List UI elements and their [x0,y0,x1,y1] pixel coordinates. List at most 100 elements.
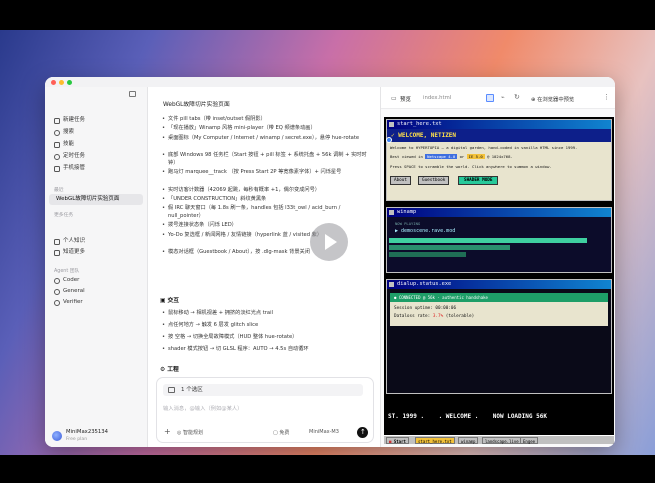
guestbook-button[interactable]: Guestbook [418,176,450,185]
open-browser-button[interactable]: ⊕ 在浏览器中预览 [531,95,574,103]
agent-label: General [63,288,85,294]
model-selector[interactable]: MiniMax-M3 [309,429,339,435]
preview-toolbar: ▭ 预览 index.html ⌁ ↻ ⊕ 在浏览器中预览 ⋮ [381,87,615,109]
video-play-button[interactable] [310,223,348,261]
about-button[interactable]: About [390,176,411,185]
agent-verifier[interactable]: Verifier [54,298,83,307]
connection-status: ● CONNECTED @ 56k · authentic handshake [390,293,608,302]
doc-bullet: 点任何地方 → 触发 6 层发 glitch slice [162,321,373,329]
message-composer[interactable]: 1 个选区 输入消息，@输入（例如@某人） + ◎ 智能规划 ▢ 免费 Mini… [156,377,374,443]
sidebar-item-label: 知道更多 [63,249,86,255]
folder-icon [54,249,60,256]
winamp-window: winamp NOW PLAYING ▶ demoscene.rave.mod [386,207,612,273]
window-title: winamp [387,208,611,217]
uptime-line: Session uptime: 00:00:06 [394,306,457,311]
doc-bullet: 文件 pill tabs（带 inset/outset 假阴影） [162,115,373,123]
sidebar-item-label: 手机接管 [63,165,86,171]
sidebar-item-label: 搜索 [63,129,75,135]
eq-bar [389,238,587,243]
track-name: ▶ demoscene.rave.mod [395,228,456,234]
sidebar-item-label: 定时任务 [63,153,86,159]
sidebar-task-active[interactable]: WebGL故障切片实验页面 [56,195,119,204]
message-input[interactable]: 输入消息，@输入（例如@某人） [163,404,242,412]
sidebar-item-skills[interactable]: 技能 [54,140,74,149]
doc-bullet: 底部 Windows 98 任务栏（Start 按钮 + pill 标签 + 系… [162,151,373,167]
window-title: start_here.txt [387,120,611,129]
send-button[interactable]: ↑ [357,427,368,438]
folder-icon [54,238,60,245]
clock-icon [54,153,60,160]
now-playing-label: NOW PLAYING [395,221,421,226]
sidebar-item-more[interactable]: 知道更多 [54,248,85,257]
doc-bullet: 「UNDER CONSTRUCTION」斜纹黄黑条 [162,195,373,203]
agent-general[interactable]: General [54,287,85,296]
link-icon[interactable]: ⌁ [501,94,505,101]
compose-icon [54,117,60,124]
close-window-button[interactable] [51,80,56,85]
add-icon[interactable]: + [164,428,171,436]
eq-bar [389,252,466,257]
start-button[interactable]: ■ Start [386,437,409,444]
sidebar-item-label: 新建任务 [63,117,86,123]
window-title: dialup.status.exe [387,280,611,289]
doc-bullet: 跑马灯 marquee__track （按 Press Start 2P 等宽像… [162,168,373,176]
section-engineering: ⚙ 工程 [160,367,179,373]
selection-icon [168,387,175,393]
dialup-window: dialup.status.exe ● CONNECTED @ 56k · au… [386,279,612,394]
hint-text: Press SPACE to scramble the world. Click… [390,164,552,169]
uptime-value: 00:00:06 [435,306,457,311]
sidebar-item-label: 技能 [63,141,75,147]
agent-label: Verifier [63,299,83,305]
badge-ie: IE 5.0 [466,154,485,159]
sidebar-item-phone[interactable]: 手机接管 [54,164,85,173]
doc-bullet: 鼠标移动 → 相机视差 + 拥挤的淡红光点 trail [162,309,373,317]
chat-document: WebGL故障切片实验页面 文件 pill tabs（带 inset/outse… [148,87,380,447]
best-viewed-line: Best viewed in Netscape 4.0 or IE 5.0 @ … [390,154,513,159]
agent-icon [54,299,60,306]
monitor-icon: ▭ [391,95,397,102]
doc-bullet: 按 空格 → 切换全局故障模式（HUD 整体 hue-rotate） [162,333,373,341]
sidebar-item-new-task[interactable]: 新建任务 [54,116,85,125]
agent-icon [54,288,60,295]
file-name[interactable]: index.html [423,95,451,101]
user-profile[interactable]: MiniMax235134 Free plan [52,429,142,445]
user-name: MiniMax235134 [66,429,109,435]
more-tasks-label[interactable]: 更多任务 [54,211,73,218]
minimize-window-button[interactable] [59,80,64,85]
selection-chip[interactable]: 1 个选区 [163,384,363,396]
gamepad-icon: ▣ [160,298,168,304]
sidebar-item-search[interactable]: 搜索 [54,128,74,137]
maximize-window-button[interactable] [67,80,72,85]
refresh-icon[interactable]: ↻ [514,93,520,101]
attach-button[interactable]: ▢ 免费 [273,429,289,436]
start-here-window: start_here.txt ✓ WELCOME, NETIZEN Welcom… [386,119,612,201]
windows-logo-icon: ■ [389,439,392,444]
doc-bullet: shader 模式按钮 → 切 GLSL 程序：AUTO → 4.5s 自动循环 [162,345,373,353]
task-label: WebGL故障切片实验页面 [56,196,120,202]
shader-mode-button[interactable]: SHADER MODE [458,176,499,185]
eq-bars [389,238,609,260]
badge-netscape: Netscape 4.0 [425,154,458,159]
agent-coder[interactable]: Coder [54,276,79,285]
arrow-up-icon: ↑ [360,428,366,436]
taskbar-tab-landscape[interactable]: landscape.live [482,437,522,444]
taskbar-tab-engee[interactable]: Engee [520,437,539,444]
page-title: WebGL故障切片实验页面 [163,102,230,108]
agents-group-label: Agent 团队 [54,269,80,274]
sidebar: 新建任务 搜索 技能 定时任务 手机接管 最近 WebGL故障切片实验页面 更多… [45,87,148,447]
taskbar-tab-start-here[interactable]: start_here.txt [415,437,455,444]
sidebar-toggle-icon[interactable] [129,91,136,97]
sidebar-item-scheduled[interactable]: 定时任务 [54,152,85,161]
preview-tab[interactable]: 预览 [400,95,411,103]
agent-icon [54,277,60,284]
recent-group-label: 最近 [54,188,64,193]
doc-bullet: 实时访客计数器（42069 起跳，每秒有概率 +1，偶尔变成问号） [162,186,373,194]
sidebar-item-knowledge[interactable]: 个人知识 [54,237,85,246]
mode-selector[interactable]: ◎ 智能规划 [177,429,203,436]
more-icon[interactable]: ⋮ [603,93,610,101]
welcome-text: Welcome to HYPERTOPIA — a digital garden… [390,145,578,150]
window-titlebar [45,77,615,87]
preview-pane: ▭ 预览 index.html ⌁ ↻ ⊕ 在浏览器中预览 ⋮ start_he… [380,87,615,447]
grid-view-icon[interactable] [486,94,494,102]
taskbar-tab-winamp[interactable]: winamp [458,437,479,444]
